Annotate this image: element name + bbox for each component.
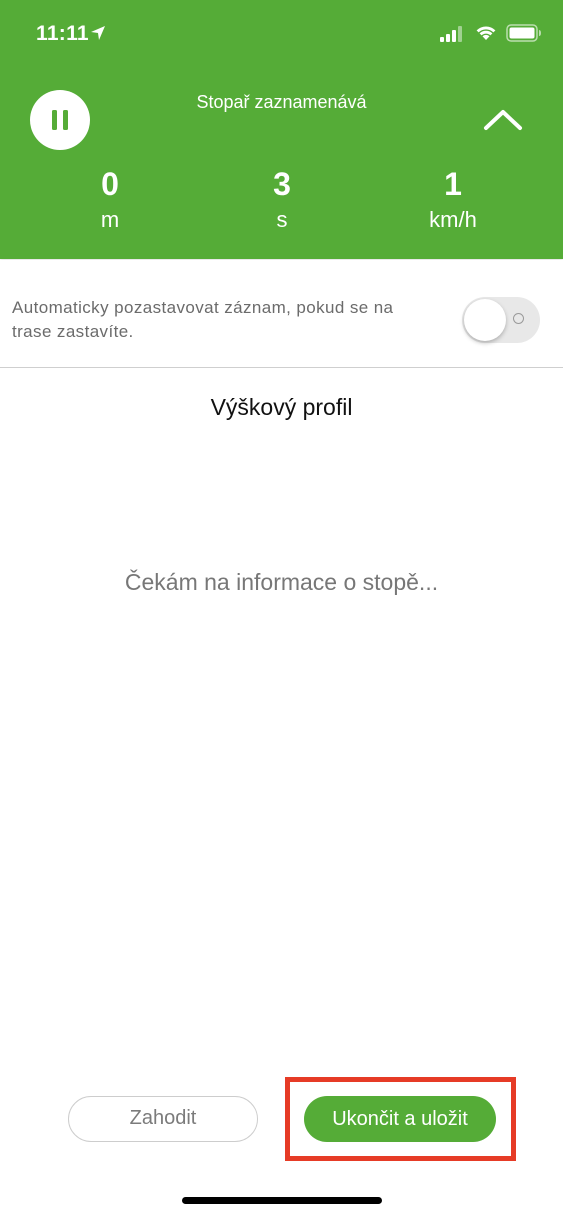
status-time: 11:11 [36,22,89,45]
elevation-profile-title: Výškový profil [210,394,353,420]
time-value: 3 [273,166,291,202]
speed-value: 1 [444,166,462,202]
time-stat: 3 s [222,166,342,236]
recording-title: Stopař zaznamenává [196,92,367,112]
status-bar: 11:11 [0,0,563,70]
finish-and-save-button[interactable]: Ukončit a uložit [304,1096,496,1142]
chevron-up-icon[interactable] [480,100,526,140]
auto-pause-label: Automaticky pozastavovat záznam, pokud s… [12,298,394,341]
cellular-signal-icon [440,26,462,42]
home-indicator[interactable] [182,1197,382,1204]
battery-icon [506,24,541,42]
distance-unit: m [100,207,120,232]
recording-header: 11:11 Stopař zaznamenává 0 m 3 s 1 km/h [0,0,563,259]
recording-screen: 11:11 Stopař zaznamenává 0 m 3 s 1 km/h … [0,0,563,1218]
wifi-icon [476,26,496,40]
distance-stat: 0 m [50,166,170,236]
speed-stat: 1 km/h [393,166,513,236]
discard-button[interactable]: Zahodit [68,1096,258,1142]
location-arrow-icon [91,26,105,40]
elevation-waiting-message: Čekám na informace o stopě... [124,569,439,595]
auto-pause-toggle[interactable] [462,297,540,343]
pause-icon [52,110,68,130]
time-unit: s [276,207,288,232]
toggle-knob [464,299,506,341]
toggle-off-indicator-icon [513,313,524,324]
distance-value: 0 [101,166,119,202]
speed-unit: km/h [429,207,477,232]
